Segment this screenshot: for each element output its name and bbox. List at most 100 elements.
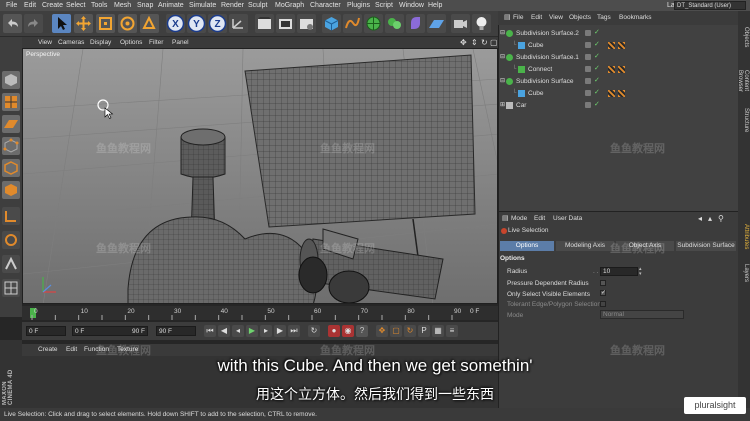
- material-menu-edit[interactable]: Edit: [66, 344, 77, 356]
- visibility-toggle[interactable]: [585, 42, 591, 48]
- locked-workplane-icon[interactable]: [2, 279, 20, 297]
- am-menu-user-data[interactable]: User Data: [553, 213, 582, 225]
- loop-icon[interactable]: ↻: [308, 325, 320, 337]
- object-row[interactable]: └ Cube ✓: [498, 88, 738, 99]
- material-menu-create[interactable]: Create: [38, 344, 58, 356]
- coordinate-system-icon[interactable]: [229, 14, 248, 33]
- viewport-move-icon[interactable]: ✥: [460, 37, 467, 48]
- side-tab-layers[interactable]: Layers: [739, 261, 749, 285]
- om-menu-objects[interactable]: Objects: [569, 11, 591, 25]
- visibility-toggle[interactable]: [585, 30, 591, 36]
- tab-options[interactable]: Options: [500, 241, 554, 251]
- am-menu-edit[interactable]: Edit: [534, 213, 545, 225]
- enabled-check-icon[interactable]: ✓: [594, 53, 600, 61]
- material-tag-icon[interactable]: [618, 66, 625, 73]
- am-back-icon[interactable]: ◂: [698, 213, 702, 225]
- rotate-icon[interactable]: [118, 14, 137, 33]
- viewport-menu-filter[interactable]: Filter: [149, 37, 163, 48]
- om-menu-file[interactable]: File: [513, 11, 523, 25]
- menu-tools[interactable]: Tools: [91, 0, 107, 11]
- tweak-mode-icon[interactable]: [2, 231, 20, 249]
- model-mode-icon[interactable]: [2, 71, 20, 89]
- expand-icon[interactable]: ⊟: [500, 76, 505, 87]
- go-to-start-icon[interactable]: ⏮: [204, 325, 216, 337]
- side-tab-content-browser[interactable]: Content Browser: [737, 61, 749, 101]
- undo-icon[interactable]: [3, 14, 22, 33]
- radius-input[interactable]: 10: [600, 267, 638, 276]
- timeline-ruler[interactable]: 0 10 20 30 40 50 60 70 80 90: [28, 306, 468, 320]
- object-row[interactable]: └ Connect ✓: [498, 64, 738, 75]
- spline-pen-icon[interactable]: [343, 14, 362, 33]
- 3d-viewport[interactable]: Perspective: [22, 48, 498, 304]
- enabled-check-icon[interactable]: ✓: [594, 65, 600, 73]
- om-menu-edit[interactable]: Edit: [531, 11, 542, 25]
- floor-icon[interactable]: [427, 14, 446, 33]
- menu-edit[interactable]: Edit: [24, 0, 36, 11]
- om-view-icon[interactable]: ▤: [504, 11, 511, 25]
- menu-help[interactable]: Help: [428, 0, 442, 11]
- subdivision-icon[interactable]: [364, 14, 383, 33]
- viewport-zoom-icon[interactable]: ⇕: [471, 37, 478, 48]
- polygons-mode-icon[interactable]: [2, 181, 20, 199]
- scale-icon[interactable]: [96, 14, 115, 33]
- prev-frame-icon[interactable]: ◂: [232, 325, 244, 337]
- menu-select[interactable]: Select: [66, 0, 85, 11]
- object-row[interactable]: ⊟ Subdivision Surface.1 ✓: [498, 52, 738, 63]
- live-selection-icon[interactable]: [52, 14, 71, 33]
- workplane-mode-icon[interactable]: [2, 115, 20, 133]
- recent-tool-icon[interactable]: [140, 14, 159, 33]
- menu-plugins[interactable]: Plugins: [347, 0, 370, 11]
- menu-create[interactable]: Create: [42, 0, 63, 11]
- render-picture-viewer-icon[interactable]: [276, 14, 295, 33]
- cube-icon[interactable]: [322, 14, 341, 33]
- menu-mesh[interactable]: Mesh: [114, 0, 131, 11]
- snap-icon[interactable]: [2, 255, 20, 273]
- viewport-rotate-icon[interactable]: ↻: [481, 37, 488, 48]
- key-scale-icon[interactable]: ▢: [390, 325, 402, 337]
- tolerant-checkbox[interactable]: [600, 301, 606, 307]
- viewport-menu-display[interactable]: Display: [90, 37, 111, 48]
- menu-character[interactable]: Character: [310, 0, 341, 11]
- visibility-toggle[interactable]: [585, 54, 591, 60]
- pressure-checkbox[interactable]: [600, 280, 606, 286]
- enabled-check-icon[interactable]: ✓: [594, 101, 600, 109]
- menu-window[interactable]: Window: [399, 0, 424, 11]
- material-tag-icon[interactable]: [618, 42, 625, 49]
- object-row[interactable]: ⊞ Car ✓: [498, 100, 738, 111]
- viewport-menu-view[interactable]: View: [38, 37, 52, 48]
- light-icon[interactable]: [472, 14, 491, 33]
- visible-checkbox[interactable]: ✓: [600, 290, 606, 296]
- am-view-icon[interactable]: ▤: [502, 213, 509, 225]
- key-position-icon[interactable]: ✥: [376, 325, 388, 337]
- menu-file[interactable]: File: [6, 0, 17, 11]
- camera-icon[interactable]: [451, 14, 470, 33]
- enabled-check-icon[interactable]: ✓: [594, 29, 600, 37]
- points-mode-icon[interactable]: [2, 137, 20, 155]
- om-menu-view[interactable]: View: [549, 11, 563, 25]
- material-tag-icon[interactable]: [608, 42, 615, 49]
- am-menu-mode[interactable]: Mode: [511, 213, 527, 225]
- material-tag-icon[interactable]: [608, 90, 615, 97]
- key-parameter-icon[interactable]: P: [418, 325, 430, 337]
- expand-icon[interactable]: ⊟: [500, 28, 505, 39]
- edges-mode-icon[interactable]: [2, 159, 20, 177]
- menu-sculpt[interactable]: Sculpt: [248, 0, 267, 11]
- viewport-menu-options[interactable]: Options: [120, 37, 142, 48]
- tab-subdivision-surface[interactable]: Subdivision Surface: [676, 241, 736, 251]
- side-tab-structure[interactable]: Structure: [739, 105, 749, 135]
- side-tab-attributes[interactable]: Attributes: [739, 217, 749, 257]
- x-axis-icon[interactable]: X: [166, 14, 185, 33]
- om-menu-tags[interactable]: Tags: [597, 11, 611, 25]
- play-icon[interactable]: ▶: [246, 325, 258, 337]
- next-key-icon[interactable]: ▶: [274, 325, 286, 337]
- key-rotation-icon[interactable]: ↻: [404, 325, 416, 337]
- object-row[interactable]: ⊟ Subdivision Surface ✓: [498, 76, 738, 87]
- key-pla-icon[interactable]: ▦: [432, 325, 444, 337]
- z-axis-icon[interactable]: Z: [208, 14, 227, 33]
- object-row[interactable]: ⊟ Subdivision Surface.2 ✓: [498, 28, 738, 39]
- viewport-menu-cameras[interactable]: Cameras: [58, 37, 84, 48]
- redo-icon[interactable]: [24, 14, 43, 33]
- y-axis-icon[interactable]: Y: [187, 14, 206, 33]
- render-view-icon[interactable]: [255, 14, 274, 33]
- menu-simulate[interactable]: Simulate: [189, 0, 216, 11]
